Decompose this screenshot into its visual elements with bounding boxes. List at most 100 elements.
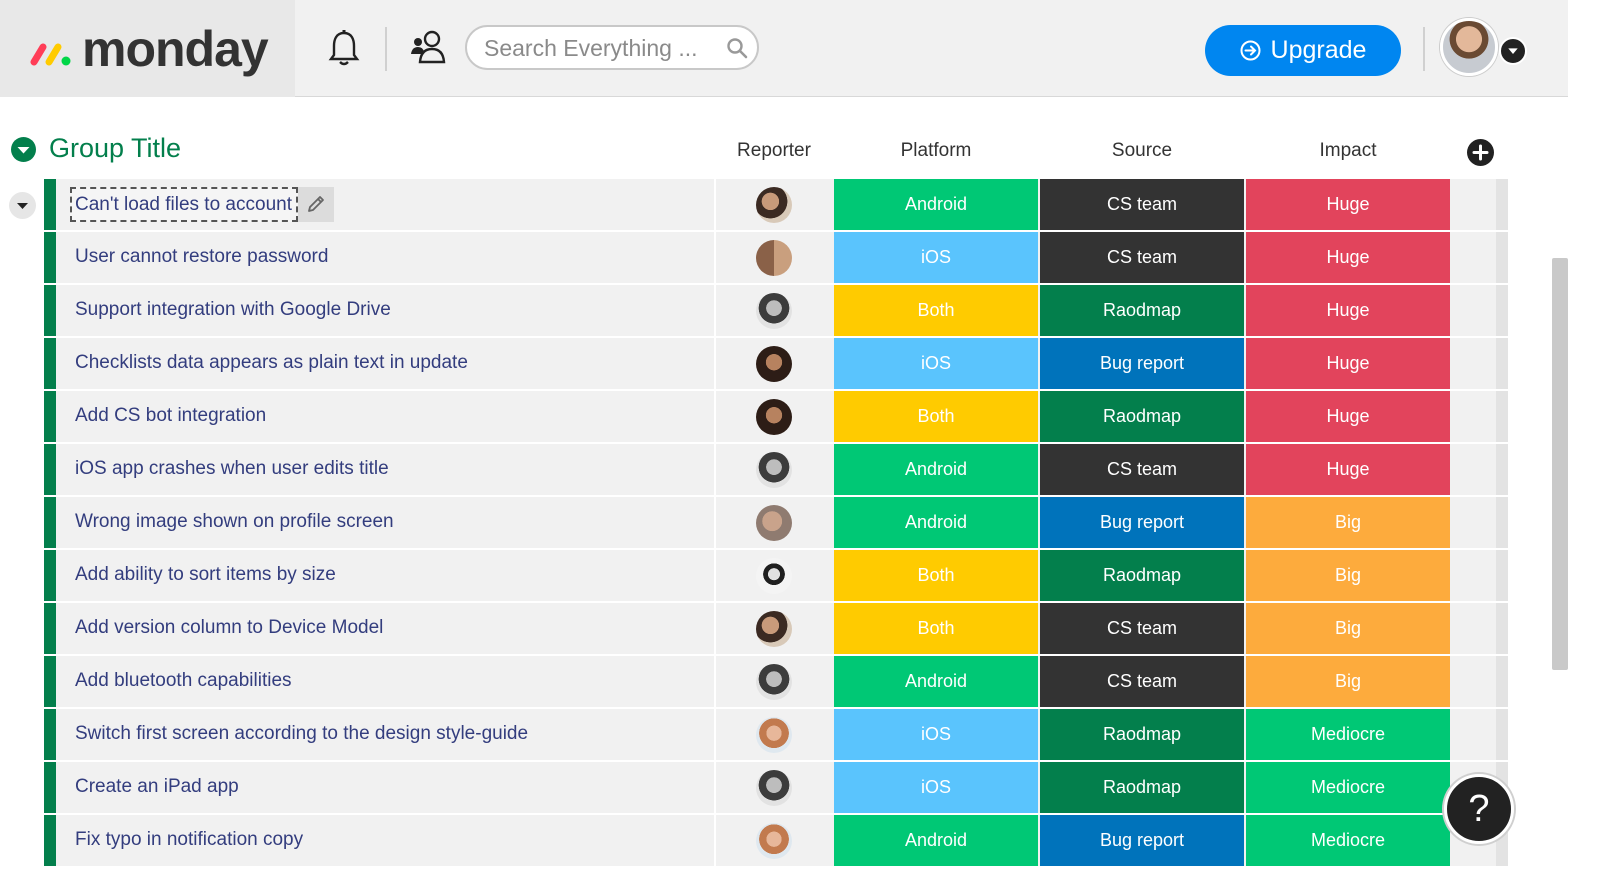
platform-status-cell[interactable]: iOS — [834, 762, 1038, 813]
impact-status-cell[interactable]: Mediocre — [1246, 762, 1450, 813]
table-row[interactable]: Add CS bot integration Both Raodmap Huge — [44, 391, 1508, 442]
table-row[interactable]: Checklists data appears as plain text in… — [44, 338, 1508, 389]
platform-status-cell[interactable]: Android — [834, 497, 1038, 548]
platform-status-cell[interactable]: Android — [834, 815, 1038, 866]
search-bar[interactable] — [465, 25, 759, 70]
platform-status-cell[interactable]: Both — [834, 550, 1038, 601]
source-status-cell[interactable]: Bug report — [1040, 815, 1244, 866]
invite-members-icon[interactable] — [409, 28, 447, 66]
platform-status-cell[interactable]: Both — [834, 391, 1038, 442]
item-menu-chevron-icon[interactable] — [9, 192, 36, 219]
item-name-edit-area[interactable]: Can't load files to account — [70, 187, 334, 222]
column-header-reporter[interactable]: Reporter — [715, 140, 833, 162]
table-row[interactable]: iOS app crashes when user edits title And… — [44, 444, 1508, 495]
item-name[interactable]: Switch first screen according to the des… — [75, 723, 528, 745]
item-name[interactable]: Checklists data appears as plain text in… — [75, 352, 468, 374]
source-status-cell[interactable]: Bug report — [1040, 338, 1244, 389]
impact-status-cell[interactable]: Huge — [1246, 285, 1450, 336]
reporter-avatar[interactable] — [756, 293, 792, 329]
table-row[interactable]: Add version column to Device Model Both CS… — [44, 603, 1508, 654]
reporter-avatar[interactable] — [756, 399, 792, 435]
source-status-cell[interactable]: CS team — [1040, 656, 1244, 707]
impact-status-cell[interactable]: Huge — [1246, 179, 1450, 230]
platform-status-cell[interactable]: Both — [834, 285, 1038, 336]
table-row[interactable]: Create an iPad app iOS Raodmap Mediocre — [44, 762, 1508, 813]
source-status-cell[interactable]: Raodmap — [1040, 391, 1244, 442]
item-name[interactable]: Add bluetooth capabilities — [75, 670, 292, 692]
scrollbar[interactable] — [1552, 258, 1568, 670]
item-name[interactable]: Create an iPad app — [75, 776, 239, 798]
platform-status-cell[interactable]: Android — [834, 179, 1038, 230]
table-row[interactable]: Wrong image shown on profile screen Andro… — [44, 497, 1508, 548]
impact-status-cell[interactable]: Big — [1246, 497, 1450, 548]
source-status-cell[interactable]: Bug report — [1040, 497, 1244, 548]
item-name[interactable]: Add version column to Device Model — [75, 617, 383, 639]
impact-status-cell[interactable]: Big — [1246, 603, 1450, 654]
platform-status-cell[interactable]: Both — [834, 603, 1038, 654]
impact-label: Huge — [1326, 194, 1370, 214]
help-button[interactable]: ? — [1444, 774, 1514, 844]
impact-status-cell[interactable]: Huge — [1246, 338, 1450, 389]
item-name[interactable]: iOS app crashes when user edits title — [75, 458, 389, 480]
item-name[interactable]: Wrong image shown on profile screen — [75, 511, 394, 533]
source-status-cell[interactable]: Raodmap — [1040, 285, 1244, 336]
platform-status-cell[interactable]: iOS — [834, 709, 1038, 760]
source-status-cell[interactable]: Raodmap — [1040, 709, 1244, 760]
reporter-avatar[interactable] — [756, 187, 792, 223]
chevron-down-icon[interactable] — [1499, 37, 1527, 65]
impact-status-cell[interactable]: Huge — [1246, 391, 1450, 442]
impact-status-cell[interactable]: Huge — [1246, 444, 1450, 495]
platform-status-cell[interactable]: iOS — [834, 338, 1038, 389]
reporter-avatar[interactable] — [756, 505, 792, 541]
row-end-bar — [1496, 709, 1508, 760]
table-row[interactable]: Fix typo in notification copy Android Bug … — [44, 815, 1508, 866]
reporter-avatar[interactable] — [756, 611, 792, 647]
source-status-cell[interactable]: Raodmap — [1040, 762, 1244, 813]
impact-status-cell[interactable]: Mediocre — [1246, 815, 1450, 866]
item-name[interactable]: Support integration with Google Drive — [75, 299, 391, 321]
table-row[interactable]: Support integration with Google Drive Bot… — [44, 285, 1508, 336]
avatar[interactable] — [1440, 18, 1498, 76]
reporter-avatar[interactable] — [756, 770, 792, 806]
item-name[interactable]: User cannot restore password — [75, 246, 328, 268]
item-name-editor[interactable]: Can't load files to account — [70, 187, 298, 222]
reporter-avatar[interactable] — [756, 558, 792, 594]
reporter-avatar[interactable] — [756, 452, 792, 488]
table-row[interactable]: Switch first screen according to the des… — [44, 709, 1508, 760]
search-input[interactable] — [484, 35, 714, 61]
add-column-icon[interactable] — [1467, 139, 1494, 166]
impact-status-cell[interactable]: Big — [1246, 656, 1450, 707]
column-header-source[interactable]: Source — [1040, 140, 1244, 162]
table-row[interactable]: Add bluetooth capabilities Android CS team… — [44, 656, 1508, 707]
column-header-platform[interactable]: Platform — [834, 140, 1038, 162]
source-status-cell[interactable]: CS team — [1040, 232, 1244, 283]
impact-status-cell[interactable]: Big — [1246, 550, 1450, 601]
pencil-icon[interactable] — [306, 194, 326, 214]
item-name[interactable]: Add CS bot integration — [75, 405, 266, 427]
reporter-avatar[interactable] — [756, 346, 792, 382]
source-status-cell[interactable]: Raodmap — [1040, 550, 1244, 601]
source-status-cell[interactable]: CS team — [1040, 444, 1244, 495]
bell-icon[interactable] — [327, 28, 361, 68]
reporter-avatar[interactable] — [756, 823, 792, 859]
table-row[interactable]: Add ability to sort items by size Both Rao… — [44, 550, 1508, 601]
platform-status-cell[interactable]: Android — [834, 656, 1038, 707]
platform-status-cell[interactable]: Android — [834, 444, 1038, 495]
reporter-avatar[interactable] — [756, 717, 792, 753]
source-status-cell[interactable]: CS team — [1040, 179, 1244, 230]
impact-status-cell[interactable]: Mediocre — [1246, 709, 1450, 760]
group-collapse-icon[interactable] — [11, 137, 36, 162]
logo[interactable]: monday — [0, 0, 295, 97]
reporter-avatar[interactable] — [756, 664, 792, 700]
platform-status-cell[interactable]: iOS — [834, 232, 1038, 283]
search-icon[interactable] — [726, 37, 748, 59]
reporter-avatar[interactable] — [756, 240, 792, 276]
column-header-impact[interactable]: Impact — [1246, 140, 1450, 162]
group-title[interactable]: Group Title — [49, 133, 181, 164]
source-status-cell[interactable]: CS team — [1040, 603, 1244, 654]
item-name[interactable]: Add ability to sort items by size — [75, 564, 336, 586]
upgrade-button[interactable]: Upgrade — [1205, 25, 1401, 76]
table-row[interactable]: User cannot restore password iOS CS team Hu… — [44, 232, 1508, 283]
impact-status-cell[interactable]: Huge — [1246, 232, 1450, 283]
item-name[interactable]: Fix typo in notification copy — [75, 829, 303, 851]
